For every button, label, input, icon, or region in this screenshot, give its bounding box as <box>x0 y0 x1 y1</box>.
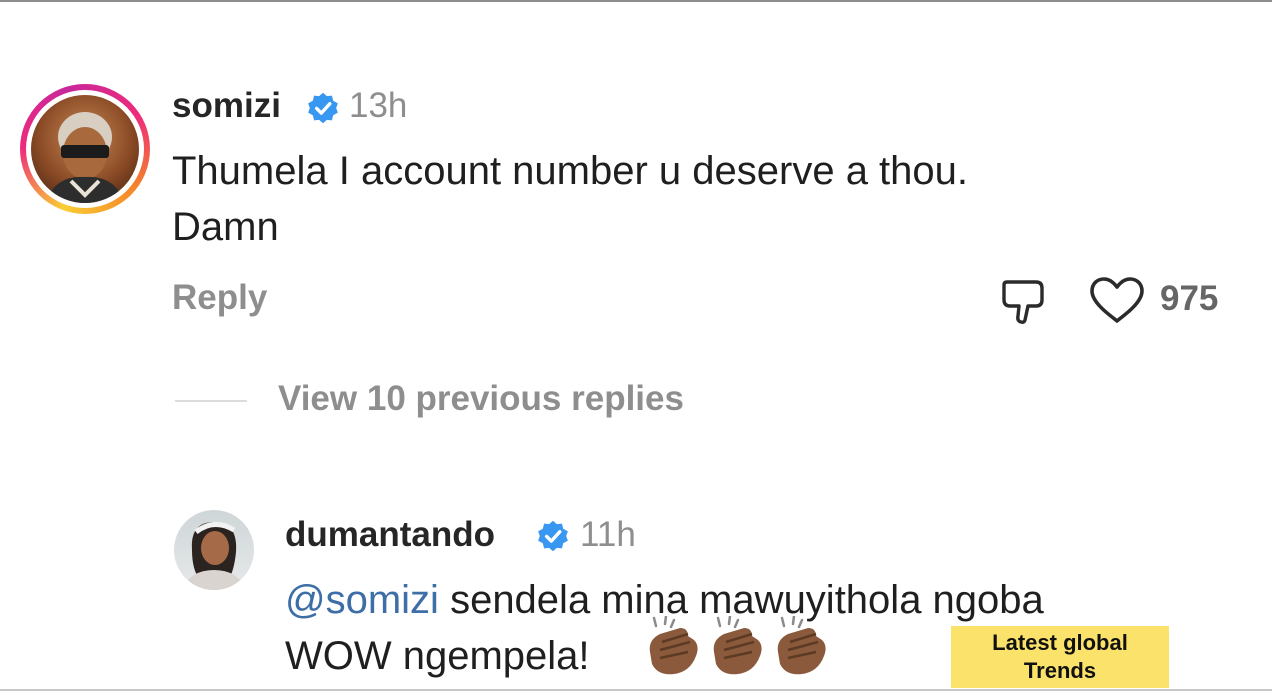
avatar[interactable] <box>31 95 139 203</box>
comment-line-2: Damn <box>172 205 279 249</box>
watermark-line-2: Trends <box>1023 658 1097 683</box>
comments-panel: somizi 13h Thumela I account number u de… <box>0 0 1272 691</box>
dislike-icon[interactable] <box>998 276 1048 326</box>
verified-badge-icon <box>538 520 568 552</box>
view-previous-replies-button[interactable]: View 10 previous replies <box>278 379 684 419</box>
watermark-label: Latest global Trends <box>951 626 1169 688</box>
clapping-hands-icon <box>649 616 698 675</box>
reply-username[interactable]: dumantando <box>285 515 495 555</box>
comment-line-1: Thumela I account number u deserve a tho… <box>172 149 969 193</box>
comment-timestamp: 13h <box>349 86 408 125</box>
mention-link[interactable]: @somizi <box>285 578 439 622</box>
like-count: 975 <box>1160 279 1219 318</box>
story-ring-avatar[interactable] <box>20 84 150 214</box>
avatar-portrait-icon <box>45 112 125 203</box>
watermark-line-1: Latest global <box>992 630 1128 655</box>
reply-button[interactable]: Reply <box>172 278 267 318</box>
replies-divider <box>175 400 247 402</box>
reply-timestamp: 11h <box>580 515 636 554</box>
reply-avatar[interactable] <box>174 510 254 590</box>
avatar-portrait-icon <box>182 522 246 590</box>
comment-body: Thumela I account number u deserve a tho… <box>172 143 968 255</box>
verified-badge-icon <box>308 92 338 124</box>
clapping-hands-icon <box>713 616 762 675</box>
clapping-hands-icon <box>777 616 826 675</box>
comment-username[interactable]: somizi <box>172 86 281 126</box>
clapping-hands-emoji-group <box>644 616 830 680</box>
heart-icon[interactable] <box>1088 276 1146 324</box>
